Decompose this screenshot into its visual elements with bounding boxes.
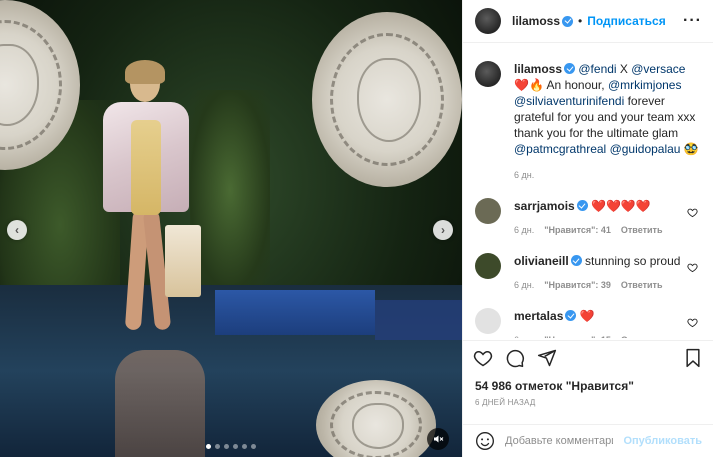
reply-button[interactable]: Ответить bbox=[621, 222, 663, 238]
mention-link[interactable]: @fendi bbox=[578, 62, 616, 76]
emoji-icon[interactable] bbox=[475, 431, 495, 451]
carousel-dot bbox=[242, 444, 247, 449]
avatar[interactable] bbox=[475, 253, 501, 279]
bookmark-icon[interactable] bbox=[683, 348, 703, 368]
add-comment-bar: Опубликовать bbox=[463, 424, 713, 457]
like-heart-icon[interactable] bbox=[473, 348, 493, 368]
comment-text: ❤️ bbox=[576, 309, 595, 323]
post-username[interactable]: lilamoss bbox=[512, 14, 560, 28]
carousel-dot bbox=[251, 444, 256, 449]
chevron-left-icon: ‹ bbox=[15, 223, 19, 237]
verified-badge-icon bbox=[570, 255, 582, 266]
caption-time: 6 дн. bbox=[514, 170, 535, 180]
separator: • bbox=[578, 14, 583, 28]
comment-icon[interactable] bbox=[505, 348, 525, 368]
caption-fragment: ❤️🔥 An honour, bbox=[514, 78, 608, 92]
avatar[interactable] bbox=[475, 8, 501, 34]
comment-time: 6 дн. bbox=[514, 225, 535, 235]
more-options-icon[interactable]: ··· bbox=[683, 12, 702, 30]
caption-fragment: X bbox=[616, 62, 632, 76]
mention-link[interactable]: @patmcgrathreal bbox=[514, 142, 606, 156]
follow-button[interactable]: Подписаться bbox=[587, 14, 665, 28]
post-header: lilamoss • Подписаться ··· bbox=[463, 0, 713, 43]
comment-like-icon[interactable] bbox=[687, 317, 698, 328]
speaker-muted-icon bbox=[434, 435, 444, 443]
verified-badge-icon bbox=[562, 15, 574, 27]
pool-light-2 bbox=[375, 300, 462, 340]
reply-button[interactable]: Ответить bbox=[621, 277, 663, 293]
publish-button[interactable]: Опубликовать bbox=[623, 435, 702, 447]
share-icon[interactable] bbox=[537, 348, 557, 368]
comment-time: 6 дн. bbox=[514, 280, 535, 290]
verified-badge-icon bbox=[576, 200, 588, 211]
reply-button[interactable]: Ответить bbox=[621, 332, 663, 338]
comment-username[interactable]: olivianeill bbox=[514, 254, 569, 268]
comment-likes[interactable]: "Нравится": 39 bbox=[544, 277, 611, 293]
pool-light bbox=[215, 290, 375, 335]
post-sidebar: lilamoss • Подписаться ··· lilamoss @fen… bbox=[462, 0, 713, 457]
carousel-dot bbox=[224, 444, 229, 449]
comment-likes[interactable]: "Нравится": 15 bbox=[544, 332, 611, 338]
medusa-medallion-right bbox=[312, 12, 462, 187]
caption-username[interactable]: lilamoss bbox=[514, 62, 562, 76]
handbag bbox=[165, 225, 201, 297]
comment-text: stunning so proud bbox=[581, 254, 681, 268]
mention-link[interactable]: @silviaventurinifendi bbox=[514, 94, 624, 108]
comment-input[interactable] bbox=[505, 435, 614, 447]
next-slide-button[interactable]: › bbox=[433, 220, 453, 240]
caption: lilamoss @fendi X @versace ❤️🔥 An honour… bbox=[475, 50, 702, 183]
post-media[interactable]: ‹ › bbox=[0, 0, 462, 457]
chevron-right-icon: › bbox=[441, 223, 445, 237]
avatar[interactable] bbox=[475, 61, 501, 87]
mention-link[interactable]: @versace bbox=[631, 62, 685, 76]
carousel-indicator bbox=[0, 444, 462, 449]
carousel-dot bbox=[215, 444, 220, 449]
mention-link[interactable]: @guidopalau bbox=[610, 142, 681, 156]
model-reflection bbox=[115, 350, 205, 457]
comment-likes[interactable]: "Нравится": 41 bbox=[544, 222, 611, 238]
comment-like-icon[interactable] bbox=[687, 262, 698, 273]
caption-text: @fendi X @versace ❤️🔥 An honour, @mrkimj… bbox=[514, 62, 699, 156]
previous-slide-button[interactable]: ‹ bbox=[7, 220, 27, 240]
verified-badge-icon bbox=[565, 310, 577, 321]
comments-list[interactable]: lilamoss @fendi X @versace ❤️🔥 An honour… bbox=[463, 50, 713, 338]
runway-model bbox=[95, 60, 205, 350]
comment-item: mertalas ❤️ 6 дн. "Нравится": 15 Ответить bbox=[475, 308, 702, 338]
caption-fragment: 🥸 bbox=[680, 142, 699, 156]
mention-link[interactable]: @mrkimjones bbox=[608, 78, 682, 92]
verified-badge-icon bbox=[564, 63, 576, 74]
carousel-dot bbox=[233, 444, 238, 449]
comment-item: sarrjamois ❤️❤️❤️❤️ 6 дн. "Нравится": 41 От… bbox=[475, 198, 702, 238]
avatar[interactable] bbox=[475, 308, 501, 334]
mute-button[interactable] bbox=[427, 428, 449, 450]
comment-username[interactable]: sarrjamois bbox=[514, 199, 575, 213]
action-bar bbox=[463, 340, 713, 374]
post-timestamp: 6 ДНЕЙ НАЗАД bbox=[475, 398, 536, 407]
comment-text: ❤️❤️❤️❤️ bbox=[587, 199, 651, 213]
comment-item: olivianeill stunning so proud 6 дн. "Нрави… bbox=[475, 253, 702, 293]
comment-username[interactable]: mertalas bbox=[514, 309, 563, 323]
comment-time: 6 дн. bbox=[514, 332, 534, 338]
comment-like-icon[interactable] bbox=[687, 207, 698, 218]
avatar[interactable] bbox=[475, 198, 501, 224]
carousel-dot bbox=[206, 444, 211, 449]
likes-count[interactable]: 54 986 отметок "Нравится" bbox=[475, 379, 634, 393]
